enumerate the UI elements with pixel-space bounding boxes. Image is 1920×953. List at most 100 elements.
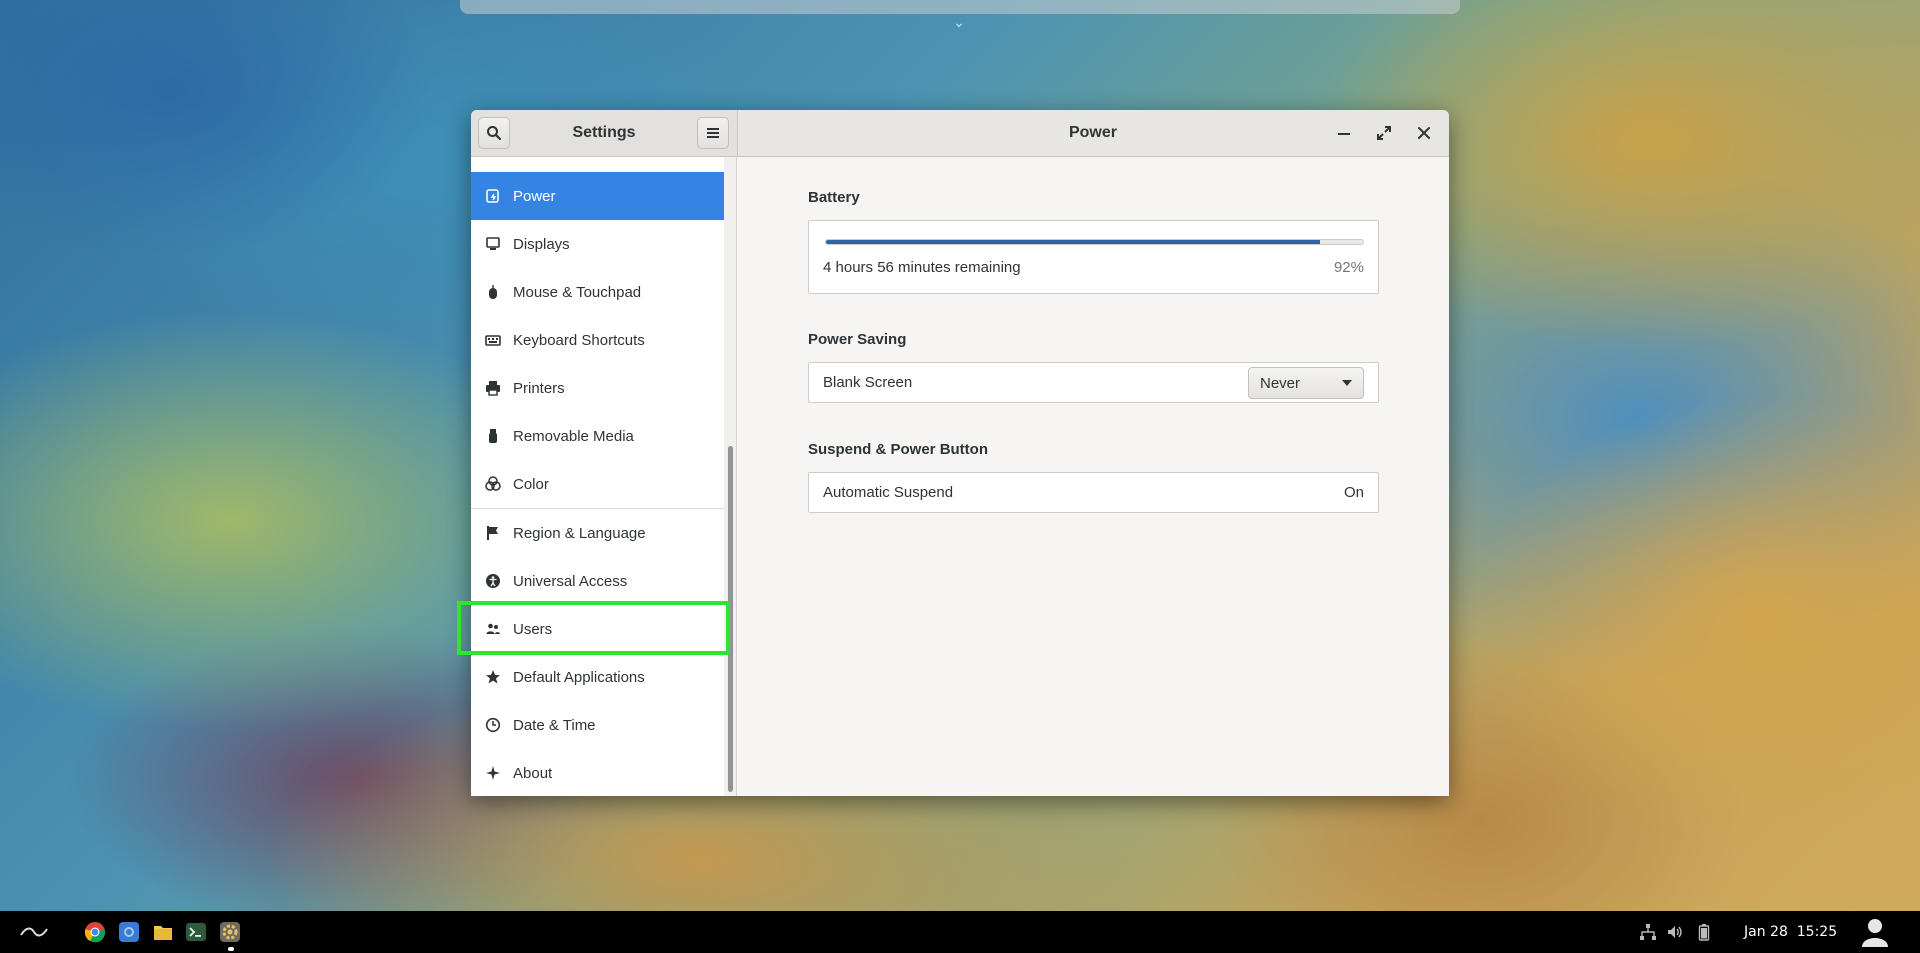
scrollbar-thumb[interactable] — [728, 446, 733, 792]
chevron-down-icon[interactable]: ⌄ — [948, 14, 970, 30]
sidebar-scrollbar[interactable] — [724, 157, 737, 796]
sidebar-item-removable-media[interactable]: Removable Media — [471, 412, 724, 460]
sidebar-item-label: Universal Access — [513, 572, 628, 590]
mouse-icon — [485, 284, 501, 300]
sidebar-item-label: Default Applications — [513, 668, 645, 686]
sidebar-item-region-language[interactable]: Region & Language — [471, 509, 724, 557]
power-settings-icon — [485, 188, 501, 204]
sidebar-title: Settings — [572, 124, 636, 141]
sidebar-item-users[interactable]: Users — [471, 605, 724, 653]
power-panel: Battery 4 hours 56 minutes remaining 92%… — [738, 157, 1449, 796]
running-indicator — [228, 947, 234, 951]
power-saving-heading: Power Saving — [808, 331, 907, 348]
menu-button[interactable] — [697, 117, 729, 149]
taskbar: Jan 28 15:25 — [0, 911, 1920, 953]
blank-screen-dropdown[interactable]: Never — [1248, 367, 1364, 399]
settings-icon — [220, 922, 240, 942]
users-icon — [485, 621, 501, 637]
settings-window: Settings Power Power Displays Mouse & To… — [471, 110, 1449, 796]
star-icon — [485, 669, 501, 685]
search-button[interactable] — [478, 117, 510, 149]
user-avatar-icon — [1862, 919, 1888, 947]
minimize-button[interactable] — [1330, 119, 1358, 147]
flag-icon — [485, 525, 501, 541]
usb-media-icon — [485, 428, 501, 444]
battery-tray[interactable] — [1694, 922, 1714, 942]
sidebar-item-displays[interactable]: Displays — [471, 220, 724, 268]
activities-icon — [20, 927, 48, 937]
close-icon — [1418, 127, 1430, 139]
battery-remaining: 4 hours 56 minutes remaining — [823, 259, 1021, 276]
automatic-suspend-value: On — [1343, 484, 1364, 501]
sidebar-item-label: Mouse & Touchpad — [513, 283, 642, 301]
sidebar-item-label: Power — [513, 187, 556, 205]
automatic-suspend-label: Automatic Suspend — [823, 484, 954, 501]
search-icon — [487, 126, 502, 141]
keyboard-icon — [485, 332, 501, 348]
taskbar-app-settings[interactable] — [218, 920, 242, 944]
taskbar-app-terminal[interactable] — [184, 920, 208, 944]
sidebar-item-date-time[interactable]: Date & Time — [471, 701, 724, 749]
sidebar-item-label: Displays — [513, 235, 570, 253]
maximize-icon — [1377, 126, 1391, 140]
blank-screen-value: Never — [1260, 374, 1301, 392]
dropdown-arrow-icon — [1342, 380, 1352, 386]
automatic-suspend-row[interactable]: Automatic Suspend On — [808, 472, 1379, 513]
sidebar-header: Settings — [471, 110, 738, 156]
color-icon — [485, 476, 501, 492]
sidebar-item-universal-access[interactable]: Universal Access — [471, 557, 724, 605]
sidebar-item-printers[interactable]: Printers — [471, 364, 724, 412]
sparkle-icon — [485, 765, 501, 781]
battery-level-bar — [825, 239, 1364, 245]
sidebar-item-label: Keyboard Shortcuts — [513, 331, 645, 349]
network-icon — [1640, 924, 1656, 940]
sidebar-item-label: Users — [513, 620, 553, 638]
settings-sidebar: Power Displays Mouse & Touchpad Keyboard… — [471, 157, 724, 796]
printer-icon — [485, 380, 501, 396]
taskbar-app-chrome[interactable] — [83, 920, 107, 944]
sidebar-item-label: About — [513, 764, 553, 782]
accessibility-icon — [485, 573, 501, 589]
sidebar-item-keyboard-shortcuts[interactable]: Keyboard Shortcuts — [471, 316, 724, 364]
minimize-icon — [1338, 133, 1350, 135]
battery-percent: 92% — [1333, 259, 1364, 276]
titlebar: Settings Power — [471, 110, 1449, 157]
volume-icon — [1668, 926, 1682, 938]
user-menu[interactable] — [1860, 917, 1890, 947]
battery-frame: 4 hours 56 minutes remaining 92% — [808, 220, 1379, 294]
suspend-heading: Suspend & Power Button — [808, 441, 988, 458]
volume-tray[interactable] — [1665, 922, 1685, 942]
sidebar-item-mouse-touchpad[interactable]: Mouse & Touchpad — [471, 268, 724, 316]
sidebar-item-label: Region & Language — [513, 524, 646, 542]
battery-heading: Battery — [808, 189, 860, 206]
clock-icon — [485, 717, 501, 733]
sidebar-item-default-applications[interactable]: Default Applications — [471, 653, 724, 701]
sidebar-item-power[interactable]: Power — [471, 172, 724, 220]
blank-screen-label: Blank Screen — [823, 374, 913, 391]
activities-button[interactable] — [18, 921, 50, 943]
top-panel-handle[interactable] — [460, 0, 1460, 14]
battery-icon — [1698, 924, 1710, 941]
power-saving-frame: Blank Screen Never — [808, 362, 1379, 403]
chrome-icon — [84, 922, 106, 943]
maximize-button[interactable] — [1370, 119, 1398, 147]
terminal-icon — [186, 923, 206, 941]
sidebar-item-label: Printers — [513, 379, 565, 397]
sidebar-item-about[interactable]: About — [471, 749, 724, 796]
clock-time: 15:25 — [1796, 924, 1838, 940]
taskbar-app-chromium[interactable] — [117, 920, 141, 944]
network-tray[interactable] — [1638, 922, 1658, 942]
hamburger-icon — [707, 128, 719, 138]
close-button[interactable] — [1410, 119, 1438, 147]
sidebar-item-label: Removable Media — [513, 427, 634, 445]
files-icon — [154, 926, 172, 940]
display-icon — [485, 236, 501, 252]
sidebar-item-label: Color — [513, 475, 549, 493]
sidebar-item-color[interactable]: Color — [471, 460, 724, 508]
battery-level-fill — [826, 240, 1321, 244]
chromium-icon — [119, 922, 139, 942]
taskbar-app-files[interactable] — [151, 920, 175, 944]
sidebar-item-label: Date & Time — [513, 716, 596, 734]
clock-date: Jan 28 — [1744, 924, 1788, 940]
taskbar-clock[interactable]: Jan 28 15:25 — [1744, 911, 1837, 953]
